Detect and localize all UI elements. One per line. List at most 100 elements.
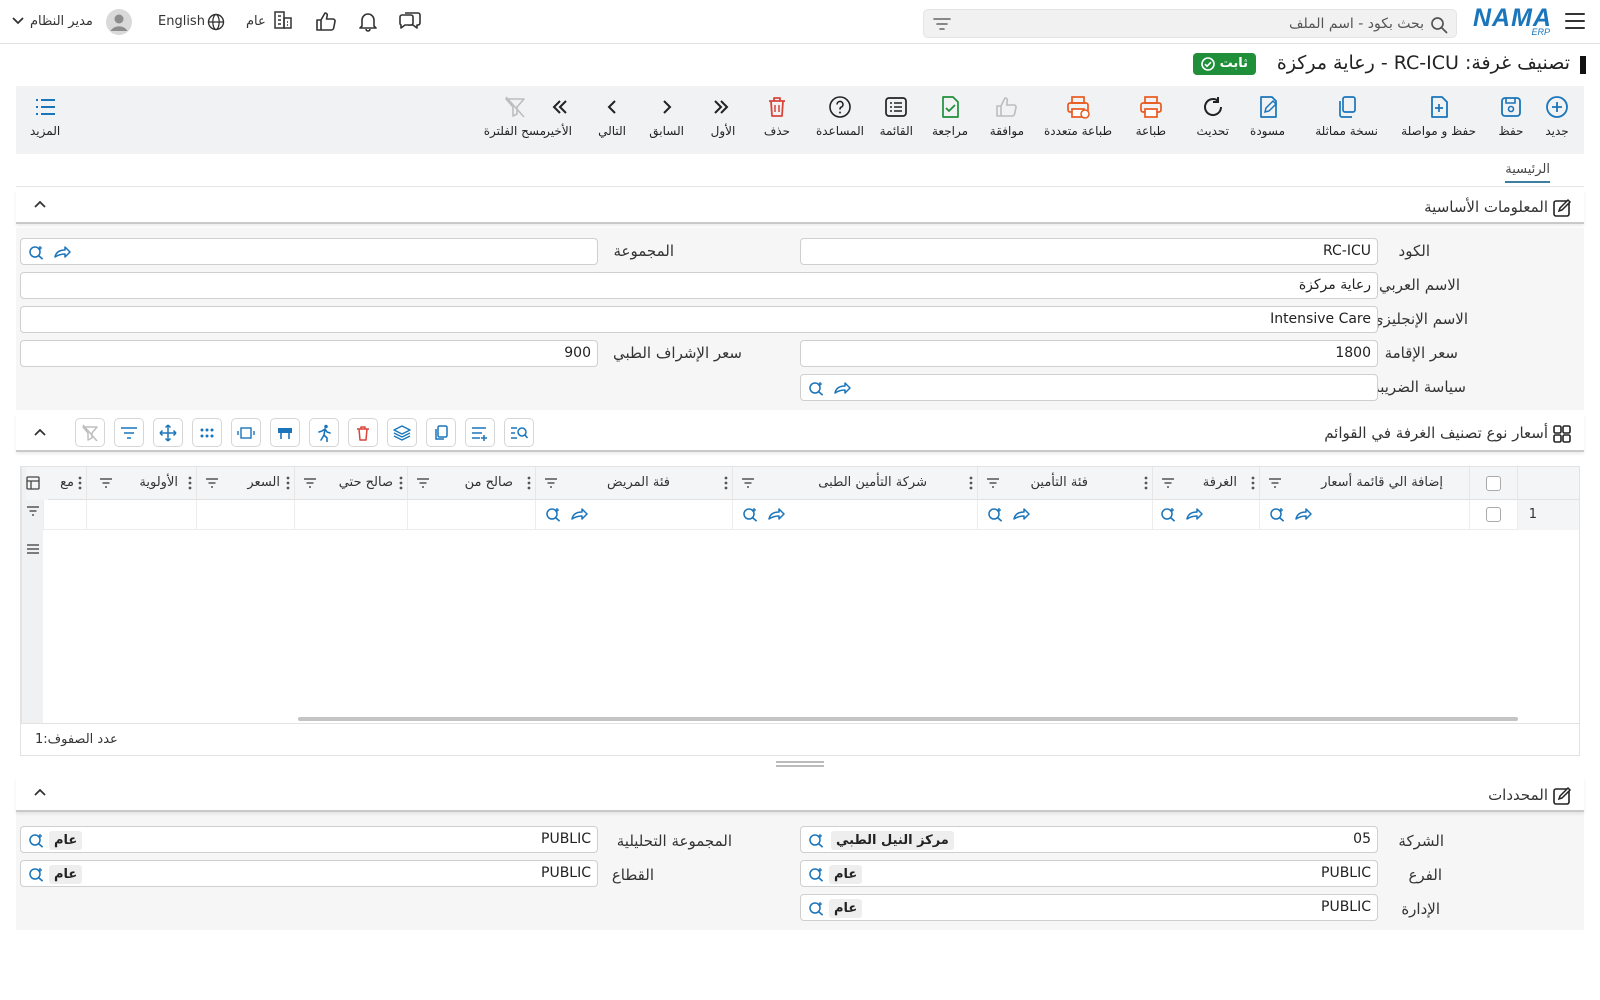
table-row[interactable]: 1	[43, 500, 1579, 530]
group-field[interactable]	[20, 238, 598, 265]
column-menu-icon[interactable]	[1144, 476, 1148, 490]
grid-col-price[interactable]: السعر	[196, 467, 294, 500]
grid-layers-button[interactable]	[387, 418, 417, 447]
open-link-icon[interactable]	[767, 506, 785, 522]
stay-price-field[interactable]: 1800	[800, 340, 1378, 367]
column-menu-icon[interactable]	[724, 476, 728, 490]
lookup-search-icon[interactable]	[27, 244, 45, 260]
column-filter-icon[interactable]	[1268, 477, 1282, 489]
cell-insurance-company[interactable]	[732, 500, 977, 530]
chat-icon[interactable]	[398, 10, 422, 32]
refresh-button[interactable]: تحديث	[1196, 94, 1229, 148]
arabic-name-field[interactable]: رعاية مركزة	[20, 272, 1378, 299]
last-button[interactable]: الأخير	[544, 94, 572, 148]
basic-info-header[interactable]: المعلومات الأساسية	[16, 190, 1584, 224]
save-continue-button[interactable]: حفظ و مواصلة	[1401, 94, 1476, 148]
dimensions-header[interactable]: المحددات	[16, 778, 1584, 812]
first-button[interactable]: الأول	[710, 94, 736, 148]
grid-col-room[interactable]: الغرفة	[1152, 467, 1259, 500]
row-filter-icon[interactable]	[26, 505, 40, 517]
grid-col-insurance-company[interactable]: شركة التأمين الطبى	[732, 467, 977, 500]
review-button[interactable]: مراجعة	[932, 94, 968, 148]
select-all-checkbox[interactable]	[1486, 476, 1501, 491]
delete-button[interactable]: حذف	[764, 94, 790, 148]
open-link-icon[interactable]	[833, 380, 851, 396]
column-menu-icon[interactable]	[399, 476, 403, 490]
lookup-search-icon[interactable]	[544, 506, 562, 522]
code-field[interactable]: RC-ICU	[800, 238, 1378, 265]
grid-col-valid-to[interactable]: صالح حتي	[294, 467, 407, 500]
lookup-search-icon[interactable]	[1268, 506, 1286, 522]
cell-valid-to[interactable]	[294, 500, 407, 530]
grid-col-price-list[interactable]: إضافة الي قائمة أسعار	[1259, 467, 1469, 500]
chevron-up-icon[interactable]	[34, 200, 46, 208]
column-filter-icon[interactable]	[416, 477, 430, 489]
cell-priority[interactable]	[86, 500, 196, 530]
lookup-search-icon[interactable]	[807, 832, 825, 848]
grid-col-valid-from[interactable]: صالح من	[407, 467, 535, 500]
grid-delete-button[interactable]	[348, 418, 378, 447]
column-menu-icon[interactable]	[1251, 476, 1255, 490]
tax-policy-field[interactable]	[800, 374, 1378, 401]
help-button[interactable]: المساعدة	[816, 94, 864, 148]
grid-filter-button[interactable]	[114, 418, 144, 447]
open-link-icon[interactable]	[570, 506, 588, 522]
column-filter-icon[interactable]	[986, 477, 1000, 489]
column-menu-icon[interactable]	[286, 476, 290, 490]
resize-handle[interactable]	[776, 761, 824, 767]
chevron-up-icon[interactable]	[34, 788, 46, 796]
english-name-field[interactable]: Intensive Care	[20, 306, 1378, 333]
clear-filter-button[interactable]: مسح الفلترة	[484, 94, 546, 148]
department-field[interactable]: PUBLIC عام	[800, 894, 1378, 921]
print-button[interactable]: طباعة	[1136, 94, 1166, 148]
tab-main[interactable]: الرئيسية	[1505, 162, 1550, 183]
column-menu-icon[interactable]	[78, 476, 82, 490]
global-search[interactable]	[923, 9, 1457, 38]
app-logo[interactable]: NAMA ERP	[1468, 4, 1552, 38]
lookup-search-icon[interactable]	[807, 866, 825, 882]
column-filter-icon[interactable]	[1161, 477, 1175, 489]
lookup-search-icon[interactable]	[807, 900, 825, 916]
lookup-search-icon[interactable]	[27, 866, 45, 882]
chevron-down-icon[interactable]	[12, 17, 24, 25]
menu-lines-icon[interactable]	[26, 543, 40, 555]
globe-icon[interactable]	[207, 13, 225, 31]
draft-button[interactable]: مسودة	[1250, 94, 1285, 148]
grid-search-button[interactable]	[504, 418, 534, 447]
column-filter-icon[interactable]	[741, 477, 755, 489]
column-filter-icon[interactable]	[544, 477, 558, 489]
cell-patient-class[interactable]	[535, 500, 732, 530]
column-menu-icon[interactable]	[969, 476, 973, 490]
horizontal-scrollbar[interactable]	[298, 717, 1518, 721]
grid-run-button[interactable]	[309, 418, 339, 447]
building-icon[interactable]	[273, 10, 293, 30]
lookup-search-icon[interactable]	[1159, 506, 1177, 522]
company-field[interactable]: 05 مركز النيل الطبي	[800, 826, 1378, 853]
grid-move-button[interactable]	[153, 418, 183, 447]
cell-price-list[interactable]	[1259, 500, 1469, 530]
cell-insurance-class[interactable]	[977, 500, 1152, 530]
duplicate-button[interactable]: نسخة مماثلة	[1315, 94, 1378, 148]
previous-button[interactable]: السابق	[649, 94, 684, 148]
list-button[interactable]: القائمة	[880, 94, 913, 148]
lookup-search-icon[interactable]	[986, 506, 1004, 522]
bell-icon[interactable]	[357, 10, 379, 32]
open-link-icon[interactable]	[53, 244, 71, 260]
language-switch[interactable]: English	[158, 14, 205, 29]
branch-field[interactable]: PUBLIC عام	[800, 860, 1378, 887]
grid-col-with[interactable]: مع	[43, 467, 86, 500]
grid-col-priority[interactable]: الأولوية	[86, 467, 196, 500]
column-filter-icon[interactable]	[99, 477, 113, 489]
multi-print-button[interactable]: طباعة متعددة	[1044, 94, 1112, 148]
cell-valid-from[interactable]	[407, 500, 535, 530]
grid-dots-button[interactable]	[192, 418, 222, 447]
grid-col-insurance-class[interactable]: فئة التأمين	[977, 467, 1152, 500]
grid-copy-button[interactable]	[426, 418, 456, 447]
column-menu-icon[interactable]	[188, 476, 192, 490]
save-button[interactable]: حفظ	[1498, 94, 1524, 148]
new-button[interactable]: جديد	[1544, 94, 1570, 148]
cell-price[interactable]	[196, 500, 294, 530]
search-input[interactable]	[984, 14, 1424, 34]
lookup-search-icon[interactable]	[741, 506, 759, 522]
hamburger-menu-icon[interactable]	[1564, 11, 1586, 31]
